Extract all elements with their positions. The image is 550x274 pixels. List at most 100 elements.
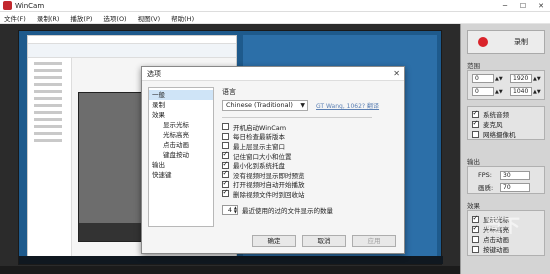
checkbox-row[interactable]: 删除视频文件时到回收站 — [222, 188, 400, 199]
spin-icon[interactable]: ▲▼ — [533, 76, 541, 82]
checkbox[interactable] — [472, 245, 479, 253]
dialog-close-icon[interactable]: ✕ — [393, 69, 400, 78]
area-section: 0 ▲▼ 1920 ▲▼ 0 ▲▼ 1040 ▲▼ — [467, 70, 545, 100]
record-button[interactable]: 录制 — [467, 30, 545, 54]
checkbox-row[interactable]: 没有视频时显示即时预览 — [222, 169, 400, 180]
minimize-button[interactable]: ─ — [496, 0, 514, 12]
tree-item-click-animation[interactable]: 点击动画 — [149, 140, 213, 150]
area-height-input[interactable]: 1040 — [510, 87, 532, 96]
language-select-value: Chinese (Traditional) — [226, 101, 293, 109]
checkbox[interactable] — [222, 132, 229, 140]
recent-files-label: 最近使用的过的文件显示的数量 — [242, 206, 333, 215]
app-title: WinCam — [15, 1, 45, 10]
preview-taskbar — [19, 256, 443, 264]
tree-item-general[interactable]: 一般 — [149, 90, 213, 100]
tree-item-record[interactable]: 录制 — [149, 100, 213, 110]
checkbox-label: 每日检查最新版本 — [233, 133, 285, 142]
dialog-buttons: 确定 取消 应用 — [246, 235, 396, 247]
ok-button[interactable]: 确定 — [252, 235, 296, 247]
checkbox[interactable] — [222, 160, 229, 169]
divider — [222, 117, 372, 118]
menu-help[interactable]: 帮助(H) — [171, 13, 194, 23]
checkbox[interactable] — [472, 214, 479, 223]
checkbox[interactable] — [222, 179, 229, 188]
checkbox[interactable] — [472, 130, 479, 138]
recent-files-value: 4 — [227, 205, 233, 214]
checkbox-label: 记住窗口大小和位置 — [233, 152, 292, 161]
fps-label: FPS: — [478, 171, 492, 179]
spin-icon[interactable]: ▲▼ — [495, 89, 503, 95]
menu-play[interactable]: 播放(P) — [70, 13, 92, 23]
spin-icon[interactable]: ▲▼ — [533, 89, 541, 95]
checkbox[interactable] — [222, 123, 229, 131]
fps-input[interactable]: 30 — [500, 170, 530, 180]
checkbox-row[interactable]: 网络摄像机 — [468, 129, 544, 139]
area-x-input[interactable]: 0 — [472, 74, 494, 83]
apply-button[interactable]: 应用 — [352, 235, 396, 247]
menu-bar: 文件(F) 录制(R) 播放(P) 选项(O) 视图(V) 帮助(H) — [0, 12, 550, 24]
dialog-title-bar: 选项 — [142, 67, 404, 81]
checkbox-row[interactable]: 记住窗口大小和位置 — [222, 150, 400, 161]
watermark-logo: 当下 — [484, 216, 520, 237]
tree-item-hotkeys[interactable]: 快速键 — [149, 170, 213, 180]
record-label: 录制 — [514, 38, 528, 46]
checkbox-label: 网络摄像机 — [483, 131, 516, 139]
tree-item-show-cursor[interactable]: 显示光标 — [149, 120, 213, 130]
checkbox[interactable] — [472, 235, 479, 243]
general-settings-panel: 语言 Chinese (Traditional) ▼ GT Wang, 1062… — [222, 85, 400, 235]
tree-item-effects[interactable]: 效果 — [149, 110, 213, 120]
menu-view[interactable]: 视图(V) — [138, 13, 161, 23]
checkbox[interactable] — [222, 188, 229, 198]
options-dialog: 选项 ✕ 一般 录制 效果 显示光标 光标高亮 点击动画 键盘按动 输出 快速键… — [141, 66, 405, 254]
tree-item-keystrokes[interactable]: 键盘按动 — [149, 150, 213, 160]
checkbox[interactable] — [222, 150, 229, 160]
cancel-button[interactable]: 取消 — [302, 235, 346, 247]
language-label: 语言 — [222, 88, 236, 96]
checkbox[interactable] — [222, 142, 229, 150]
language-select[interactable]: Chinese (Traditional) ▼ — [222, 100, 308, 111]
area-y-input[interactable]: 0 — [472, 87, 494, 96]
tree-item-output[interactable]: 输出 — [149, 160, 213, 170]
audio-options: 系统音频 麦克风 网络摄像机 — [467, 106, 545, 140]
checkbox-label: 最上层显示主窗口 — [233, 142, 285, 151]
record-icon — [478, 37, 488, 47]
quality-input[interactable]: 70 — [500, 182, 530, 192]
translate-link[interactable]: GT Wang, 1062? 翻译 — [316, 101, 379, 110]
checkbox-row[interactable]: 系统音频 — [468, 109, 544, 119]
checkbox[interactable] — [472, 119, 479, 128]
app-logo-icon — [3, 1, 12, 10]
chevron-down-icon: ▼ — [300, 102, 305, 109]
menu-options[interactable]: 选项(O) — [103, 13, 126, 23]
checkbox-row[interactable]: 开机启动WinCam — [222, 122, 400, 132]
recent-files-row: 4 ▲ ▼ 最近使用的过的文件显示的数量 — [222, 204, 400, 215]
recent-files-stepper[interactable]: 4 ▲ ▼ — [222, 204, 238, 215]
area-width-input[interactable]: 1920 — [510, 74, 532, 83]
maximize-button[interactable]: ☐ — [514, 0, 532, 12]
checkbox[interactable] — [472, 224, 479, 233]
checkbox-label: 麦克风 — [483, 121, 503, 129]
checkbox-label: 删除视频文件时到回收站 — [233, 190, 305, 199]
checkbox[interactable] — [472, 109, 479, 118]
options-category-tree: 一般 录制 效果 显示光标 光标高亮 点击动画 键盘按动 输出 快速键 — [148, 87, 214, 227]
checkbox-label: 系统音频 — [483, 111, 509, 119]
checkbox-label: 最小化到系统托盘 — [233, 162, 285, 171]
checkbox[interactable] — [222, 169, 229, 179]
checkbox-row[interactable]: 打开视频时自动开始播放 — [222, 179, 400, 189]
output-section-title: 输出 — [467, 158, 480, 166]
checkbox-row[interactable]: 最小化到系统托盘 — [222, 160, 400, 170]
checkbox-row[interactable]: 每日检查最新版本 — [222, 132, 400, 142]
menu-file[interactable]: 文件(F) — [4, 13, 26, 23]
tree-item-cursor-highlight[interactable]: 光标高亮 — [149, 130, 213, 140]
spin-icon[interactable]: ▲▼ — [495, 76, 503, 82]
spin-arrows-icon[interactable]: ▲ ▼ — [234, 205, 237, 214]
checkbox-row[interactable]: 麦克风 — [468, 119, 544, 129]
dialog-title: 选项 — [147, 69, 161, 78]
menu-record[interactable]: 录制(R) — [37, 13, 60, 23]
quality-label: 画质: — [478, 184, 494, 192]
checkbox-row[interactable]: 最上层显示主窗口 — [222, 141, 400, 151]
window-controls: ─ ☐ ✕ — [496, 0, 550, 12]
effects-section-title: 效果 — [467, 202, 480, 210]
area-section-title: 范围 — [467, 62, 480, 70]
close-window-button[interactable]: ✕ — [532, 0, 550, 12]
bottom-strip — [0, 266, 460, 274]
